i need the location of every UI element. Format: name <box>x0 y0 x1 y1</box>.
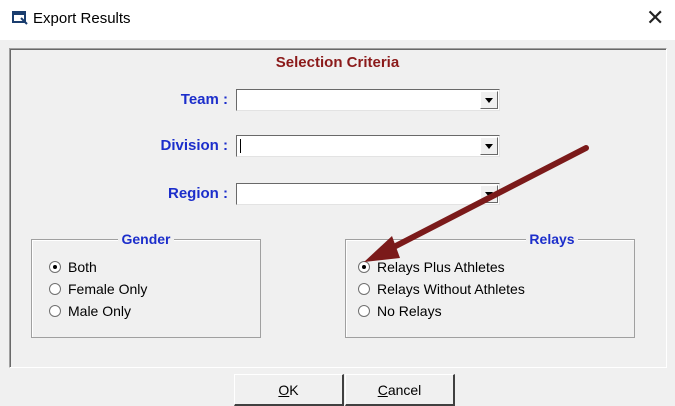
radio-label: Female Only <box>68 281 148 297</box>
radio-selected-icon[interactable] <box>358 261 370 273</box>
region-label: Region : <box>168 185 228 202</box>
radio-unselected-icon[interactable] <box>49 305 61 317</box>
window-title: Export Results <box>33 10 131 27</box>
radio-unselected-icon[interactable] <box>358 305 370 317</box>
team-dropdown[interactable] <box>236 89 500 111</box>
relays-group: Relays Relays Plus Athletes Relays Witho… <box>345 231 635 338</box>
gender-group: Gender Both Female Only Male Only <box>31 231 261 338</box>
radio-label: Relays Without Athletes <box>377 281 525 297</box>
radio-label: Both <box>68 259 97 275</box>
window-app-icon <box>12 11 28 25</box>
division-dropdown[interactable] <box>236 135 500 157</box>
title-bar: Export Results ✕ <box>0 0 675 40</box>
text-caret <box>240 139 241 153</box>
radio-label: Relays Plus Athletes <box>377 259 505 275</box>
division-dropdown-chevron-down-icon[interactable] <box>480 137 498 155</box>
close-icon[interactable]: ✕ <box>646 6 664 30</box>
radio-label: Male Only <box>68 303 132 319</box>
team-dropdown-chevron-down-icon[interactable] <box>480 91 498 109</box>
cancel-mnemonic: C <box>377 382 388 398</box>
relays-group-title: Relays <box>526 231 578 247</box>
division-label: Division : <box>160 137 228 154</box>
cancel-label-rest: ancel <box>387 382 422 398</box>
radio-label: No Relays <box>377 303 442 319</box>
region-dropdown[interactable] <box>236 183 500 205</box>
team-label: Team : <box>180 91 228 108</box>
dialog-client: Selection Criteria Team : Division : Reg… <box>0 40 675 406</box>
cancel-button[interactable]: Cancel <box>345 374 455 406</box>
ok-mnemonic: O <box>278 382 290 398</box>
radio-unselected-icon[interactable] <box>358 283 370 295</box>
radio-unselected-icon[interactable] <box>49 283 61 295</box>
selection-criteria-title: Selection Criteria <box>275 54 400 71</box>
gender-group-title: Gender <box>118 231 174 247</box>
ok-button[interactable]: OK <box>234 374 344 406</box>
ok-label-rest: K <box>289 382 299 398</box>
button-bar: OK Cancel <box>0 374 675 406</box>
radio-selected-icon[interactable] <box>49 261 61 273</box>
region-dropdown-chevron-down-icon[interactable] <box>480 185 498 203</box>
